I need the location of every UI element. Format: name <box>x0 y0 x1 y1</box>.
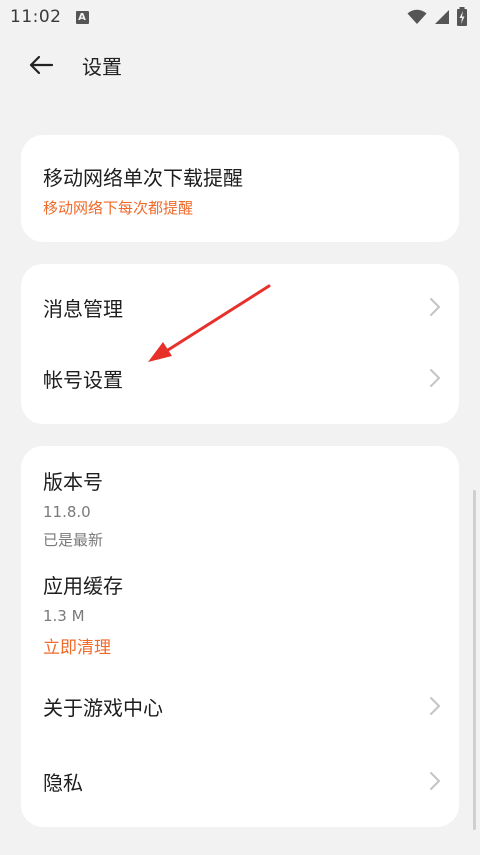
clear-cache-button[interactable]: 立即清理 <box>43 633 123 658</box>
page-title: 设置 <box>82 54 122 79</box>
version-status: 已是最新 <box>43 531 104 549</box>
back-arrow-icon <box>29 55 54 75</box>
battery-charging-icon <box>457 7 467 26</box>
version-title: 版本号 <box>43 470 103 494</box>
cache-title: 应用缓存 <box>43 574 123 598</box>
message-management-item[interactable]: 消息管理 <box>43 289 441 325</box>
download-reminder-card[interactable]: 移动网络单次下载提醒 移动网络下每次都提醒 <box>21 135 459 242</box>
download-reminder-title: 移动网络单次下载提醒 <box>43 166 243 190</box>
chevron-right-icon <box>430 772 440 790</box>
chevron-right-icon <box>430 697 440 715</box>
app-bar: 设置 <box>0 34 480 96</box>
version-section: 版本号 11.8.0 已是最新 <box>43 466 103 550</box>
status-icons <box>407 7 468 27</box>
cache-section: 应用缓存 1.3 M 立即清理 <box>43 570 123 658</box>
back-button[interactable] <box>26 50 56 80</box>
download-reminder-setting: 移动网络单次下载提醒 移动网络下每次都提醒 <box>43 162 243 218</box>
account-settings-item[interactable]: 帐号设置 <box>43 360 441 396</box>
scrollbar[interactable] <box>473 490 476 830</box>
account-settings-label: 帐号设置 <box>43 367 123 392</box>
download-reminder-value: 移动网络下每次都提醒 <box>43 199 194 217</box>
cache-size: 1.3 M <box>43 607 85 625</box>
message-management-label: 消息管理 <box>43 296 123 321</box>
account-settings-card: 消息管理 帐号设置 <box>21 264 459 424</box>
privacy-item[interactable]: 隐私 <box>43 763 441 799</box>
about-card: 版本号 11.8.0 已是最新 应用缓存 1.3 M 立即清理 关于游戏中心 隐… <box>21 446 459 827</box>
about-game-center-item[interactable]: 关于游戏中心 <box>43 688 441 724</box>
privacy-label: 隐私 <box>43 770 83 795</box>
version-value: 11.8.0 <box>43 503 91 521</box>
status-bar: 11:02 A <box>0 0 480 34</box>
notification-badge-icon: A <box>75 10 89 24</box>
about-game-center-label: 关于游戏中心 <box>43 695 163 720</box>
wifi-icon <box>407 9 427 24</box>
chevron-right-icon <box>430 298 440 316</box>
chevron-right-icon <box>430 369 440 387</box>
signal-icon <box>435 10 449 24</box>
status-time: 11:02 <box>10 7 62 27</box>
